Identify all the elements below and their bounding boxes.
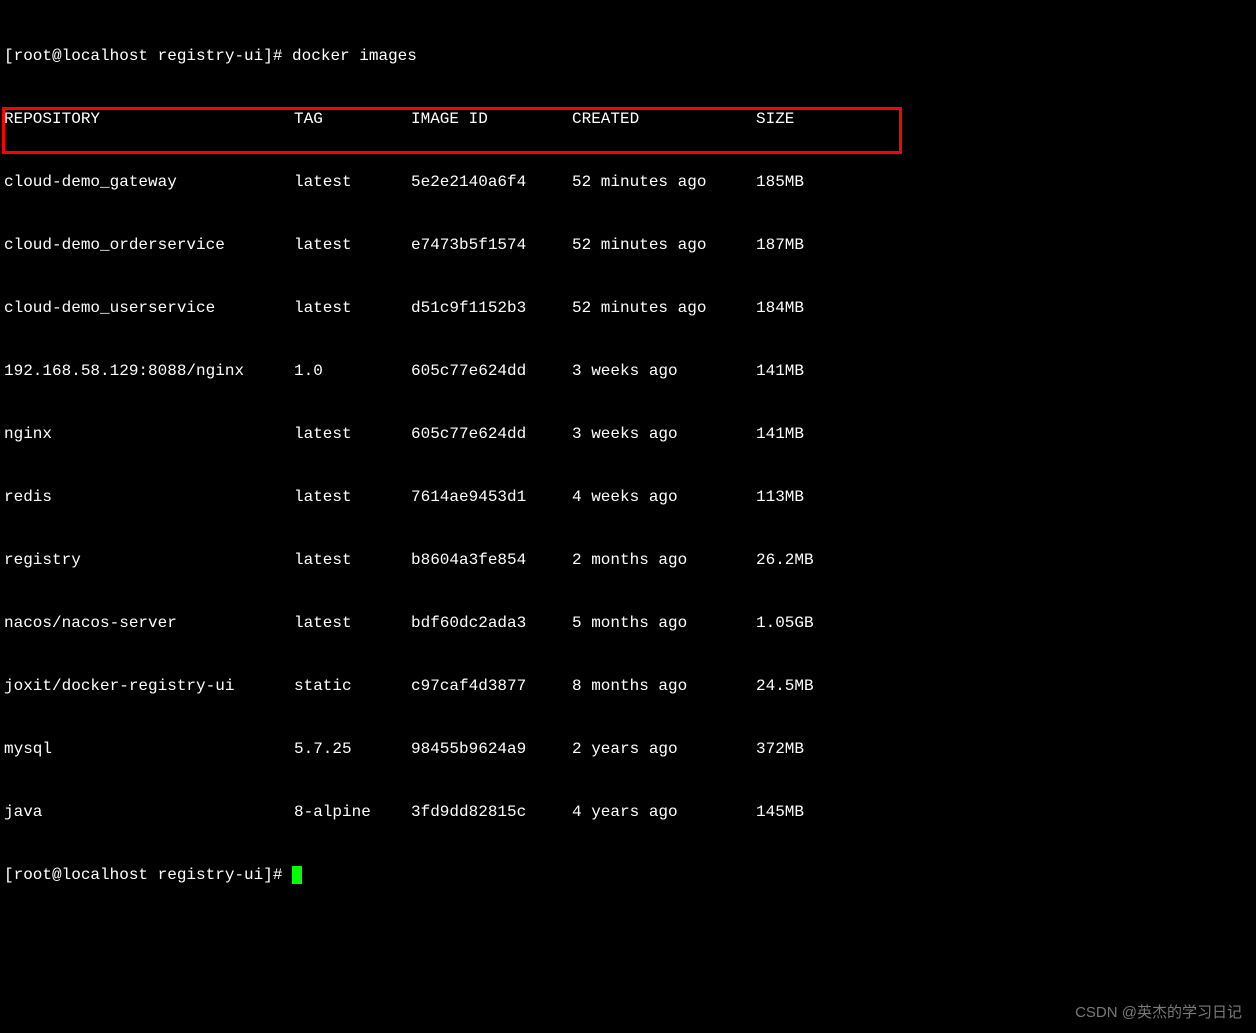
- cell-tag: latest: [294, 298, 411, 319]
- cell-size: 141MB: [756, 361, 804, 382]
- cell-created: 52 minutes ago: [572, 235, 756, 256]
- cell-repository: nacos/nacos-server: [4, 613, 294, 634]
- cell-tag: static: [294, 676, 411, 697]
- cell-created: 2 months ago: [572, 550, 756, 571]
- cell-created: 4 years ago: [572, 802, 756, 823]
- cell-created: 2 years ago: [572, 739, 756, 760]
- table-row: nginxlatest605c77e624dd3 weeks ago141MB: [4, 424, 1256, 445]
- watermark-text: CSDN @英杰的学习日记: [1075, 1002, 1242, 1023]
- cell-size: 26.2MB: [756, 550, 814, 571]
- cell-image-id: c97caf4d3877: [411, 676, 572, 697]
- table-row: registrylatestb8604a3fe8542 months ago26…: [4, 550, 1256, 571]
- prompt-line-2: [root@localhost registry-ui]#: [4, 865, 1256, 886]
- cell-image-id: 98455b9624a9: [411, 739, 572, 760]
- table-row: nacos/nacos-serverlatestbdf60dc2ada35 mo…: [4, 613, 1256, 634]
- cell-repository: java: [4, 802, 294, 823]
- cell-image-id: 5e2e2140a6f4: [411, 172, 572, 193]
- cell-repository: redis: [4, 487, 294, 508]
- header-created: CREATED: [572, 109, 756, 130]
- cell-tag: latest: [294, 550, 411, 571]
- cell-image-id: 3fd9dd82815c: [411, 802, 572, 823]
- table-row: java8-alpine3fd9dd82815c4 years ago145MB: [4, 802, 1256, 823]
- cell-size: 141MB: [756, 424, 804, 445]
- prompt-line-1: [root@localhost registry-ui]# docker ima…: [4, 46, 1256, 67]
- cell-repository: nginx: [4, 424, 294, 445]
- cell-tag: latest: [294, 613, 411, 634]
- table-row: cloud-demo_gatewaylatest5e2e2140a6f452 m…: [4, 172, 1256, 193]
- cell-repository: registry: [4, 550, 294, 571]
- cell-created: 4 weeks ago: [572, 487, 756, 508]
- cell-repository: cloud-demo_userservice: [4, 298, 294, 319]
- cell-repository: mysql: [4, 739, 294, 760]
- cell-created: 52 minutes ago: [572, 298, 756, 319]
- table-row: cloud-demo_userservicelatestd51c9f1152b3…: [4, 298, 1256, 319]
- cell-created: 8 months ago: [572, 676, 756, 697]
- cell-image-id: 605c77e624dd: [411, 424, 572, 445]
- shell-prompt: [root@localhost registry-ui]#: [4, 866, 292, 884]
- cell-size: 113MB: [756, 487, 804, 508]
- table-row: cloud-demo_orderservicelateste7473b5f157…: [4, 235, 1256, 256]
- table-row: redislatest7614ae9453d14 weeks ago113MB: [4, 487, 1256, 508]
- shell-prompt: [root@localhost registry-ui]#: [4, 47, 292, 65]
- cell-repository: cloud-demo_orderservice: [4, 235, 294, 256]
- cell-image-id: d51c9f1152b3: [411, 298, 572, 319]
- cell-repository: joxit/docker-registry-ui: [4, 676, 294, 697]
- cell-tag: latest: [294, 487, 411, 508]
- table-row: mysql5.7.2598455b9624a92 years ago372MB: [4, 739, 1256, 760]
- cell-image-id: 605c77e624dd: [411, 361, 572, 382]
- cell-size: 24.5MB: [756, 676, 814, 697]
- cell-tag: 8-alpine: [294, 802, 411, 823]
- table-row: 192.168.58.129:8088/nginx1.0605c77e624dd…: [4, 361, 1256, 382]
- header-repository: REPOSITORY: [4, 109, 294, 130]
- shell-command: docker images: [292, 47, 417, 65]
- cell-created: 5 months ago: [572, 613, 756, 634]
- cell-size: 184MB: [756, 298, 804, 319]
- header-size: SIZE: [756, 109, 794, 130]
- cell-tag: latest: [294, 424, 411, 445]
- cell-repository: 192.168.58.129:8088/nginx: [4, 361, 294, 382]
- cell-created: 52 minutes ago: [572, 172, 756, 193]
- cell-created: 3 weeks ago: [572, 424, 756, 445]
- cell-size: 1.05GB: [756, 613, 814, 634]
- header-tag: TAG: [294, 109, 411, 130]
- cell-image-id: b8604a3fe854: [411, 550, 572, 571]
- cell-tag: 1.0: [294, 361, 411, 382]
- header-image-id: IMAGE ID: [411, 109, 572, 130]
- cell-size: 145MB: [756, 802, 804, 823]
- cell-tag: latest: [294, 235, 411, 256]
- cell-repository: cloud-demo_gateway: [4, 172, 294, 193]
- cell-size: 187MB: [756, 235, 804, 256]
- cell-image-id: bdf60dc2ada3: [411, 613, 572, 634]
- cell-size: 372MB: [756, 739, 804, 760]
- table-header-row: REPOSITORYTAGIMAGE IDCREATEDSIZE: [4, 109, 1256, 130]
- cell-image-id: 7614ae9453d1: [411, 487, 572, 508]
- terminal-output[interactable]: [root@localhost registry-ui]# docker ima…: [0, 0, 1256, 928]
- table-row: joxit/docker-registry-uistaticc97caf4d38…: [4, 676, 1256, 697]
- cell-size: 185MB: [756, 172, 804, 193]
- cell-image-id: e7473b5f1574: [411, 235, 572, 256]
- cursor-icon: [292, 866, 302, 884]
- cell-created: 3 weeks ago: [572, 361, 756, 382]
- cell-tag: 5.7.25: [294, 739, 411, 760]
- cell-tag: latest: [294, 172, 411, 193]
